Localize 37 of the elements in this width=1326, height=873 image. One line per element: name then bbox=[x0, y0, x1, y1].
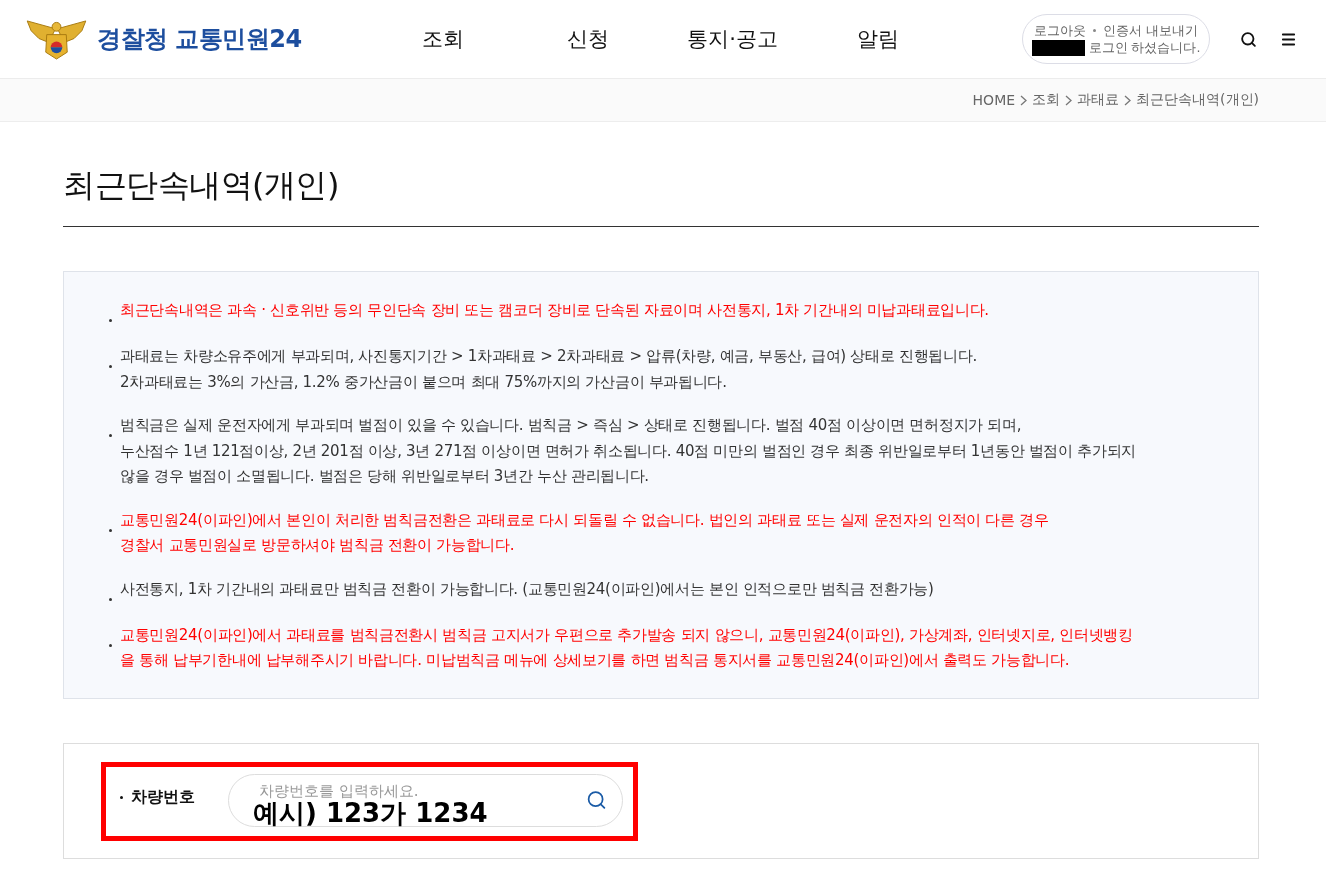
example-annotation: 예시) 123가 1234 bbox=[253, 799, 488, 826]
nav-link[interactable]: 알림 bbox=[805, 25, 950, 53]
breadcrumb-link[interactable]: 최근단속내역(개인) bbox=[1136, 91, 1259, 109]
notice-text: 과태료는 차량소유주에게 부과되며, 사진통지기간 > 1차과태료 > 2차과태료 > 압류(차량, 예금, 부동산, 급여) 상태로 진행됩니다. 2차과태료는 3%의 가산금, 1.2% 중가산금이 붙으며 최대 75%까지의 가산금이 부과됩니다. bbox=[120, 346, 977, 393]
separator-dot-icon bbox=[1093, 29, 1096, 32]
account-link[interactable]: 로그아웃 bbox=[1034, 22, 1086, 39]
nav-link[interactable]: 통지·공고 bbox=[660, 25, 805, 53]
search-button[interactable] bbox=[1240, 30, 1257, 48]
login-status-text: 로그인 하셨습니다. bbox=[1088, 39, 1201, 56]
warning-text: 교통민원24(이파인)에서 과태료를 범칙금전환시 범칙금 고지서가 우편으로 추가발송 되지 않으니, 교통민원24(이파인), 가상계좌, 인터넷지로, 인터넷뱅킹 을 통해 납부기한내에 납부해주시기 바랍니다. 미납범칙금 메뉴에 상세보기를 하면 범칙금 통지서를 교통민원24(이파인)에서 출력도 가능합니다. bbox=[120, 624, 1133, 671]
warning-text: 교통민원24(이파인)에서 본인이 처리한 범칙금전환은 과태료로 다시 되돌릴 수 없습니다. 법인의 과태료 또는 실제 운전자의 인적이 다른 경우 경찰서 교통민원실로 방문하셔야 범칙금 전환이 가능합니다. bbox=[120, 509, 1049, 556]
bullet-icon bbox=[109, 319, 112, 322]
bullet-icon bbox=[109, 643, 112, 647]
search-button[interactable] bbox=[586, 789, 607, 811]
nav-link[interactable]: 조회 bbox=[370, 25, 515, 53]
search-icon bbox=[1240, 30, 1257, 48]
account-link[interactable]: 인증서 내보내기 bbox=[1103, 22, 1198, 39]
bullet-icon bbox=[109, 597, 112, 601]
breadcrumb-link[interactable]: 과태료 bbox=[1077, 91, 1120, 109]
nav-link[interactable]: 신청 bbox=[515, 25, 660, 53]
search-icon bbox=[586, 789, 607, 811]
chevron-right-icon bbox=[1124, 94, 1132, 106]
breadcrumb-link[interactable]: HOME bbox=[972, 92, 1016, 108]
chevron-right-icon bbox=[1065, 94, 1073, 106]
chevron-right-icon bbox=[1020, 94, 1028, 106]
bullet-icon bbox=[120, 795, 123, 799]
logo-text[interactable]: 경찰청 교통민원24 bbox=[97, 23, 302, 55]
page-title: 최근단속내역(개인) bbox=[63, 165, 1259, 227]
bullet-icon bbox=[109, 528, 112, 532]
eagle-emblem-icon bbox=[25, 18, 88, 60]
warning-text: 최근단속내역은 과속 · 신호위반 등의 무인단속 장비 또는 캠코더 장비로 단속된 자료이며 사전통지, 1차 기간내의 미납과태료입니다. bbox=[120, 300, 989, 321]
bullet-icon bbox=[109, 434, 112, 437]
notice-text: 범칙금은 실제 운전자에게 부과되며 벌점이 있을 수 있습니다. 범칙금 > 즉심 > 상태로 진행됩니다. 벌점 40점 이상이면 면허정지가 되며, 누산점수 1년 121점이상, 2년 201점 이상, 3년 271점 이상이면 면허가 취소됩니다. 40점 미만의 벌점인 경우 최종 위반일로부터 1년동안 벌점이 추가되지 않을 경우 벌점이 소멸됩니다. 벌점은 당해 위반일로부터 3년간 누산 관리됩니다. bbox=[120, 415, 1137, 487]
bullet-icon bbox=[109, 365, 112, 368]
field-label: 차량번호 bbox=[131, 786, 195, 808]
breadcrumb-link[interactable]: 조회 bbox=[1032, 91, 1061, 109]
notice-text: 사전통지, 1차 기간내의 과태료만 범칙금 전환이 가능합니다. (교통민원24(이파인)에서는 본인 인적으로만 범칙금 전환가능) bbox=[120, 578, 934, 600]
